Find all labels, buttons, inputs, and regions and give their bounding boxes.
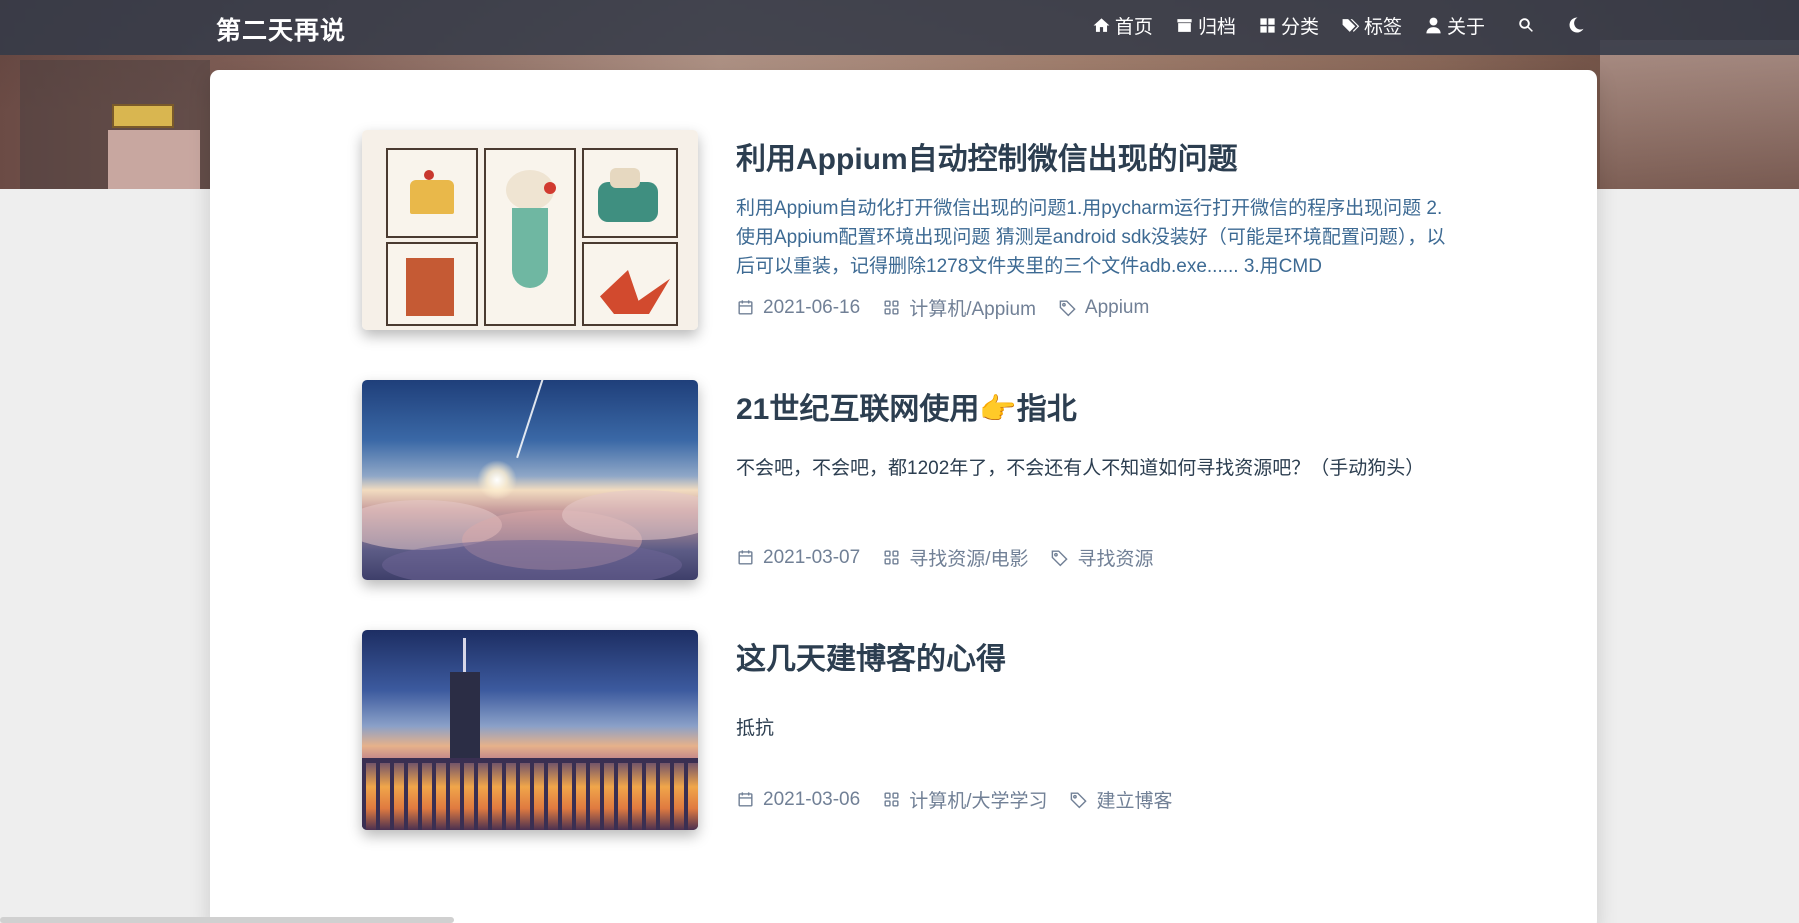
site-brand[interactable]: 第二天再说: [216, 11, 346, 47]
post-thumbnail[interactable]: [362, 630, 698, 830]
post-item: 这几天建博客的心得 抵抗 2021-03-06 计算机/大学学习 建立博客: [362, 630, 1452, 830]
post-title[interactable]: 这几天建博客的心得: [736, 640, 1456, 680]
post-date: 2021-06-16: [736, 297, 860, 319]
post-tag-text: Appium: [1084, 296, 1150, 318]
horizontal-scrollbar[interactable]: [0, 917, 454, 923]
post-tag[interactable]: 寻找资源: [1050, 544, 1154, 571]
post-date-text: 2021-06-16: [763, 296, 861, 318]
nav-item-label: 标签: [1363, 16, 1402, 38]
post-date-text: 2021-03-06: [763, 788, 861, 810]
post-tag-text: 建立博客: [1096, 791, 1173, 812]
tags-icon: [1342, 18, 1360, 32]
search-icon: [1519, 18, 1533, 32]
nav-menu: 首页 归档 分类 标签 关于: [1092, 0, 1585, 50]
archive-icon: [1177, 18, 1192, 32]
nav-item-label: 归档: [1197, 16, 1236, 38]
post-excerpt[interactable]: 抵抗: [736, 714, 1456, 744]
post-category[interactable]: 寻找资源/电影: [882, 544, 1028, 571]
tag-icon: [1059, 300, 1076, 317]
navbar: 第二天再说 首页 归档 分类 标签 关于: [0, 0, 1799, 55]
nav-item-about[interactable]: 关于: [1424, 12, 1485, 39]
post-tag[interactable]: 建立博客: [1069, 786, 1173, 813]
post-title[interactable]: 21世纪互联网使用👉指北: [736, 390, 1456, 430]
search-button[interactable]: [1517, 16, 1535, 34]
post-list-card: 利用Appium自动控制微信出现的问题 利用Appium自动化打开微信出现的问题…: [210, 70, 1597, 923]
post-category[interactable]: 计算机/大学学习: [882, 786, 1047, 813]
home-icon: [1093, 17, 1110, 32]
post-title[interactable]: 利用Appium自动控制微信出现的问题: [736, 140, 1456, 180]
post-excerpt[interactable]: 利用Appium自动化打开微信出现的问题1.用pycharm运行打开微信的程序出…: [736, 194, 1456, 282]
category-icon: [884, 300, 899, 315]
theme-toggle-button[interactable]: [1567, 16, 1585, 34]
tag-icon: [1071, 792, 1088, 809]
post-item: 利用Appium自动控制微信出现的问题 利用Appium自动化打开微信出现的问题…: [362, 130, 1452, 330]
calendar-icon: [738, 550, 753, 565]
post-thumbnail[interactable]: [362, 130, 698, 330]
post-meta: 2021-03-07 寻找资源/电影 寻找资源: [736, 544, 1456, 571]
post-category[interactable]: 计算机/Appium: [882, 294, 1036, 321]
category-icon: [1260, 17, 1275, 33]
tag-icon: [1052, 550, 1069, 567]
post-info: 这几天建博客的心得 抵抗 2021-03-06 计算机/大学学习 建立博客: [736, 630, 1456, 813]
nav-item-label: 分类: [1280, 16, 1319, 38]
post-date: 2021-03-06: [736, 789, 860, 811]
category-icon: [884, 792, 899, 807]
post-tag-text: 寻找资源: [1077, 549, 1154, 570]
post-category-text: 寻找资源/电影: [909, 549, 1029, 570]
post-tag[interactable]: Appium: [1058, 297, 1149, 319]
user-icon: [1426, 17, 1441, 33]
post-category-text: 计算机/Appium: [909, 299, 1036, 320]
post-meta: 2021-06-16 计算机/Appium Appium: [736, 294, 1456, 321]
category-icon: [884, 550, 899, 565]
post-meta: 2021-03-06 计算机/大学学习 建立博客: [736, 786, 1456, 813]
nav-item-archive[interactable]: 归档: [1175, 12, 1236, 39]
nav-item-label: 首页: [1114, 16, 1153, 38]
post-thumbnail[interactable]: [362, 380, 698, 580]
post-item: 21世纪互联网使用👉指北 不会吧，不会吧，都1202年了，不会还有人不知道如何寻…: [362, 380, 1452, 580]
nav-item-home[interactable]: 首页: [1092, 12, 1153, 39]
post-info: 利用Appium自动控制微信出现的问题 利用Appium自动化打开微信出现的问题…: [736, 130, 1456, 321]
post-date-text: 2021-03-07: [763, 546, 861, 568]
post-category-text: 计算机/大学学习: [909, 791, 1048, 812]
nav-item-tags[interactable]: 标签: [1341, 12, 1402, 39]
calendar-icon: [738, 792, 753, 807]
post-info: 21世纪互联网使用👉指北 不会吧，不会吧，都1202年了，不会还有人不知道如何寻…: [736, 380, 1456, 571]
post-date: 2021-03-07: [736, 547, 860, 569]
calendar-icon: [738, 300, 753, 315]
nav-item-label: 关于: [1446, 16, 1485, 38]
nav-item-category[interactable]: 分类: [1258, 12, 1319, 39]
post-excerpt[interactable]: 不会吧，不会吧，都1202年了，不会还有人不知道如何寻找资源吧？（手动狗头）: [736, 454, 1456, 514]
moon-icon: [1569, 17, 1584, 33]
